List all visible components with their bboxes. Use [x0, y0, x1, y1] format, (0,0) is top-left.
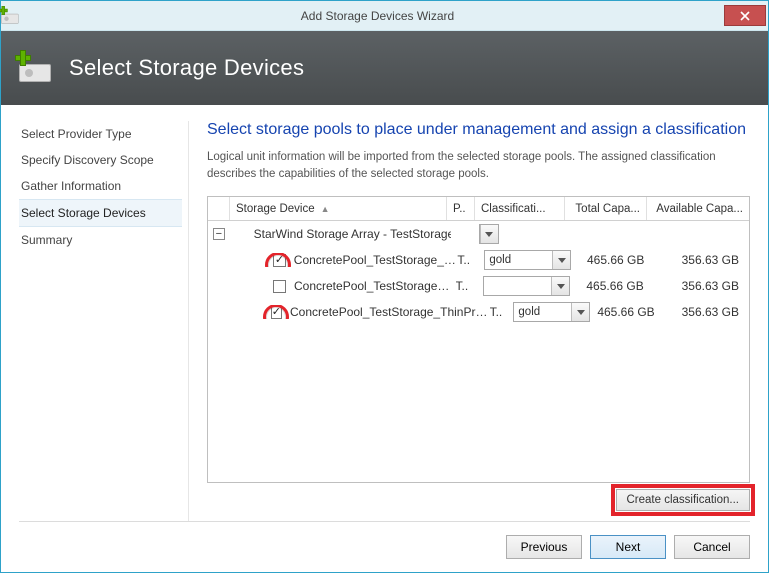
group-label: StarWind Storage Array - TestStorage [230, 227, 452, 241]
hero-banner: Select Storage Devices [1, 31, 768, 105]
step-gather-information[interactable]: Gather Information [19, 173, 182, 199]
wizard-steps-sidebar: Select Provider Type Specify Discovery S… [19, 121, 189, 521]
classification-dropdown[interactable]: gold [513, 302, 590, 322]
total-capacity: 465.66 GB [570, 279, 650, 293]
step-select-provider-type[interactable]: Select Provider Type [19, 121, 182, 147]
storage-pools-grid: Storage Device ▲ P.. Classificati... Tot… [207, 196, 750, 483]
total-capacity: 465.66 GB [590, 305, 661, 319]
wizard-main-panel: Select storage pools to place under mana… [189, 121, 750, 521]
step-summary[interactable]: Summary [19, 227, 182, 253]
pool-row[interactable]: ConcretePool_TestStorage_Flat T.. gold 4… [208, 247, 749, 273]
create-classification-button[interactable]: Create classification... [616, 489, 751, 511]
pool-row[interactable]: ConcretePool_TestStorage_ThinProvisioned… [208, 299, 749, 325]
total-capacity: 465.66 GB [571, 253, 650, 267]
window-title: Add Storage Devices Wizard [31, 9, 724, 23]
step-specify-discovery-scope[interactable]: Specify Discovery Scope [19, 147, 182, 173]
classification-dropdown[interactable]: gold [484, 250, 571, 270]
close-button[interactable] [724, 5, 766, 26]
classification-value: gold [514, 303, 571, 321]
column-storage-device[interactable]: Storage Device ▲ [230, 197, 447, 220]
chevron-down-icon [571, 303, 589, 321]
cancel-button[interactable]: Cancel [674, 535, 750, 559]
wizard-footer: Previous Next Cancel [1, 522, 768, 572]
column-total-capacity[interactable]: Total Capa... [565, 197, 647, 220]
wizard-window: Add Storage Devices Wizard Select Storag… [0, 0, 769, 573]
available-capacity: 356.63 GB [661, 305, 749, 319]
pool-checkbox[interactable] [271, 306, 282, 319]
hero-title: Select Storage Devices [69, 55, 304, 81]
grid-body: − StarWind Storage Array - TestStorage [208, 221, 749, 482]
group-row[interactable]: − StarWind Storage Array - TestStorage [208, 221, 749, 247]
page-description: Logical unit information will be importe… [207, 149, 750, 182]
column-expand [208, 197, 230, 220]
available-capacity: 356.63 GB [650, 253, 749, 267]
previous-button[interactable]: Previous [506, 535, 582, 559]
page-heading: Select storage pools to place under mana… [207, 121, 750, 139]
pool-p: T.. [457, 253, 484, 267]
pool-name: ConcretePool_TestStorage_ThinProvisioned [290, 305, 490, 319]
classification-dropdown[interactable] [483, 276, 570, 296]
column-classification[interactable]: Classificati... [475, 197, 565, 220]
pool-checkbox[interactable] [273, 254, 286, 267]
group-classification-dropdown[interactable] [479, 224, 499, 244]
titlebar: Add Storage Devices Wizard [1, 1, 768, 31]
chevron-down-icon [480, 225, 498, 243]
available-capacity: 356.63 GB [650, 279, 749, 293]
grid-header: Storage Device ▲ P.. Classificati... Tot… [208, 197, 749, 221]
collapse-toggle[interactable]: − [213, 228, 225, 240]
next-button[interactable]: Next [590, 535, 666, 559]
column-storage-device-label: Storage Device [236, 203, 315, 215]
chevron-down-icon [552, 251, 570, 269]
sort-asc-icon: ▲ [321, 204, 330, 214]
pool-name: ConcretePool_TestStorage_HA [294, 279, 456, 293]
column-available-capacity[interactable]: Available Capa... [647, 197, 749, 220]
pool-p: T.. [456, 279, 483, 293]
pool-checkbox[interactable] [273, 280, 286, 293]
pool-p: T.. [490, 305, 514, 319]
column-p[interactable]: P.. [447, 197, 475, 220]
pool-name: ConcretePool_TestStorage_Flat [294, 253, 458, 267]
classification-value: gold [485, 251, 552, 269]
app-icon [1, 2, 31, 30]
pool-row[interactable]: ConcretePool_TestStorage_HA T.. 465.66 G… [208, 273, 749, 299]
classification-value [484, 277, 551, 295]
chevron-down-icon [551, 277, 569, 295]
close-icon [740, 11, 750, 21]
add-storage-icon [19, 54, 55, 82]
step-select-storage-devices[interactable]: Select Storage Devices [19, 199, 182, 227]
